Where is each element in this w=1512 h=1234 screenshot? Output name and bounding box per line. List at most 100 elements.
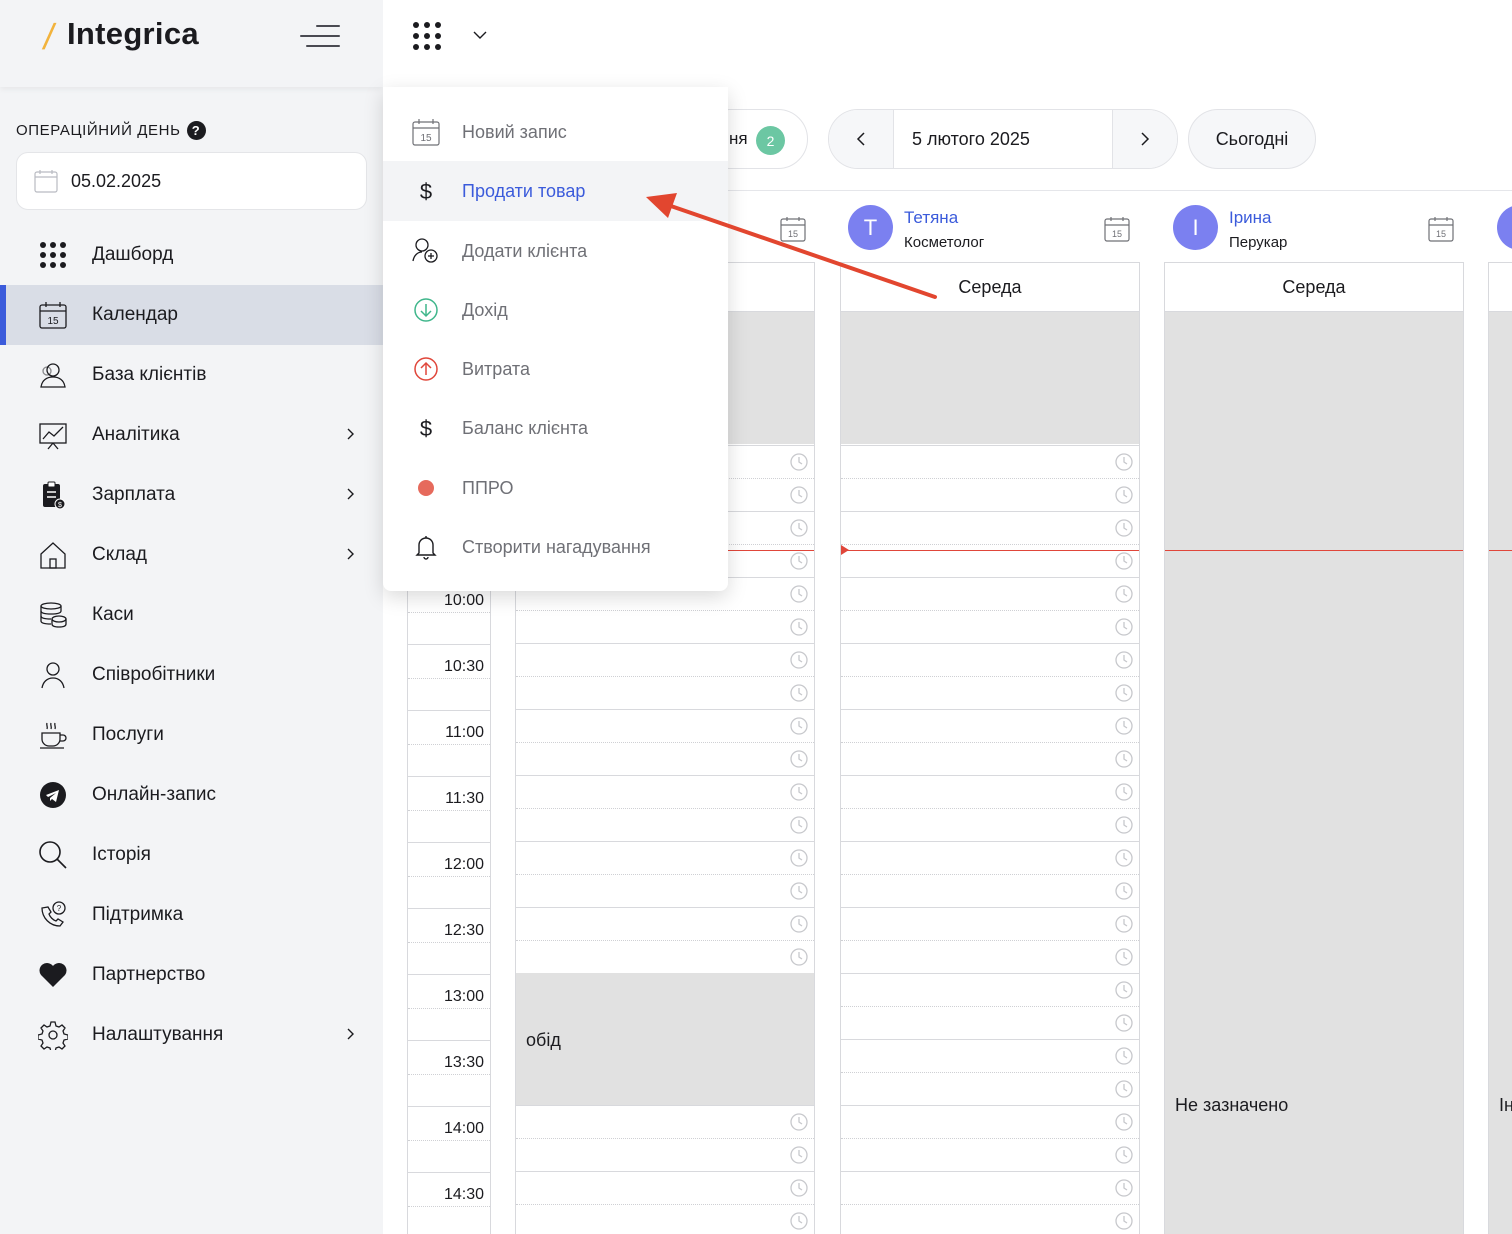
staff-calendar-icon[interactable]: 15: [779, 215, 807, 243]
staff-name[interactable]: Тетяна: [904, 208, 958, 228]
clock-icon[interactable]: [790, 1113, 808, 1131]
clock-icon[interactable]: [1115, 981, 1133, 999]
clock-icon[interactable]: [1115, 948, 1133, 966]
current-date[interactable]: 5 лютого 2025: [893, 110, 1113, 168]
clock-icon[interactable]: [1115, 717, 1133, 735]
time-slot-cell[interactable]: [516, 1171, 814, 1204]
staff-header[interactable]: T Тетяна Косметолог: [848, 205, 1098, 255]
sidebar-item-support[interactable]: ? Підтримка: [0, 885, 383, 945]
sidebar-item-clients[interactable]: База клієнтів: [0, 345, 383, 405]
menu-item-new-appointment[interactable]: 15 Новий запис: [383, 102, 728, 162]
clock-icon[interactable]: [1115, 1047, 1133, 1065]
time-slot-cell[interactable]: [516, 775, 814, 808]
time-slot-cell[interactable]: [841, 577, 1139, 610]
menu-item-create-reminder[interactable]: Створити нагадування: [383, 517, 728, 577]
clock-icon[interactable]: [1115, 453, 1133, 471]
clock-icon[interactable]: [790, 783, 808, 801]
menu-item-add-client[interactable]: Додати клієнта: [383, 221, 728, 281]
clock-icon[interactable]: [790, 849, 808, 867]
clock-icon[interactable]: [1115, 750, 1133, 768]
clock-icon[interactable]: [1115, 651, 1133, 669]
clock-icon[interactable]: [790, 816, 808, 834]
clock-icon[interactable]: [1115, 915, 1133, 933]
staff-calendar-icon[interactable]: 15: [1427, 215, 1455, 243]
clock-icon[interactable]: [1115, 1146, 1133, 1164]
time-slot-cell[interactable]: [516, 1204, 814, 1234]
clock-icon[interactable]: [1115, 1179, 1133, 1197]
sidebar-item-settings[interactable]: Налаштування: [0, 1005, 383, 1065]
sidebar-item-online-booking[interactable]: Онлайн-запис: [0, 765, 383, 825]
sidebar-item-analytics[interactable]: Аналітика: [0, 405, 383, 465]
time-slot-cell[interactable]: [841, 1204, 1139, 1234]
sidebar-item-dashboard[interactable]: Дашборд: [0, 225, 383, 285]
clock-icon[interactable]: [790, 717, 808, 735]
time-slot-cell[interactable]: [841, 511, 1139, 544]
time-slot-cell[interactable]: [516, 676, 814, 709]
menu-toggle-button[interactable]: [298, 25, 340, 49]
time-slot-cell[interactable]: [841, 445, 1139, 478]
time-slot-cell[interactable]: [841, 1006, 1139, 1039]
clock-icon[interactable]: [790, 1146, 808, 1164]
clock-icon[interactable]: [790, 1179, 808, 1197]
clock-icon[interactable]: [1115, 783, 1133, 801]
clock-icon[interactable]: [1115, 816, 1133, 834]
time-slot-cell[interactable]: [841, 1039, 1139, 1072]
sidebar-item-calendar[interactable]: 15 Календар: [0, 285, 383, 345]
time-slot-cell[interactable]: [841, 1072, 1139, 1105]
sidebar-item-cash[interactable]: Каси: [0, 585, 383, 645]
sidebar-item-salary[interactable]: $ Зарплата: [0, 465, 383, 525]
time-slot-cell[interactable]: [841, 841, 1139, 874]
clock-icon[interactable]: [1115, 882, 1133, 900]
help-icon[interactable]: ?: [186, 121, 206, 140]
time-slot-cell[interactable]: [841, 1138, 1139, 1171]
chevron-down-icon[interactable]: [472, 29, 488, 41]
clock-icon[interactable]: [1115, 552, 1133, 570]
clock-icon[interactable]: [790, 948, 808, 966]
clock-icon[interactable]: [790, 519, 808, 537]
clock-icon[interactable]: [790, 882, 808, 900]
time-slot-cell[interactable]: [841, 973, 1139, 1006]
clock-icon[interactable]: [790, 585, 808, 603]
menu-item-ppro[interactable]: ППРО: [383, 458, 728, 518]
clock-icon[interactable]: [790, 750, 808, 768]
sidebar-item-warehouse[interactable]: Склад: [0, 525, 383, 585]
staff-name[interactable]: Ірина: [1229, 208, 1272, 228]
operational-day-field[interactable]: 05.02.2025: [16, 152, 367, 210]
menu-item-client-balance[interactable]: $ Баланс клієнта: [383, 398, 728, 458]
sidebar-item-employees[interactable]: Співробітники: [0, 645, 383, 705]
time-slot-cell[interactable]: [841, 643, 1139, 676]
clock-icon[interactable]: [1115, 585, 1133, 603]
time-slot-cell[interactable]: [516, 742, 814, 775]
time-slot-cell[interactable]: [516, 874, 814, 907]
time-slot-cell[interactable]: [516, 808, 814, 841]
time-slot-cell[interactable]: [841, 610, 1139, 643]
clock-icon[interactable]: [790, 684, 808, 702]
time-slot-cell[interactable]: [841, 874, 1139, 907]
clock-icon[interactable]: [790, 453, 808, 471]
time-slot-cell[interactable]: [841, 544, 1139, 577]
clock-icon[interactable]: [790, 651, 808, 669]
apps-grid-icon[interactable]: [411, 20, 443, 52]
time-slot-cell[interactable]: [841, 478, 1139, 511]
staff-header[interactable]: I Ірина Перукар: [1173, 205, 1423, 255]
time-slot-cell[interactable]: [516, 841, 814, 874]
time-slot-cell[interactable]: [841, 775, 1139, 808]
time-slot-cell[interactable]: [841, 742, 1139, 775]
time-slot-cell[interactable]: [841, 808, 1139, 841]
clock-icon[interactable]: [790, 618, 808, 636]
time-slot-cell[interactable]: [841, 676, 1139, 709]
clock-icon[interactable]: [1115, 1113, 1133, 1131]
clock-icon[interactable]: [790, 915, 808, 933]
clock-icon[interactable]: [1115, 618, 1133, 636]
time-slot-cell[interactable]: [516, 907, 814, 940]
next-day-button[interactable]: [1113, 110, 1177, 168]
time-slot-cell[interactable]: [516, 1105, 814, 1138]
time-slot-cell[interactable]: [516, 643, 814, 676]
time-slot-cell[interactable]: [516, 1138, 814, 1171]
clock-icon[interactable]: [1115, 1014, 1133, 1032]
sidebar-item-history[interactable]: Історія: [0, 825, 383, 885]
clock-icon[interactable]: [1115, 486, 1133, 504]
clock-icon[interactable]: [1115, 1212, 1133, 1230]
menu-item-income[interactable]: Дохід: [383, 280, 728, 340]
prev-day-button[interactable]: [829, 110, 893, 168]
